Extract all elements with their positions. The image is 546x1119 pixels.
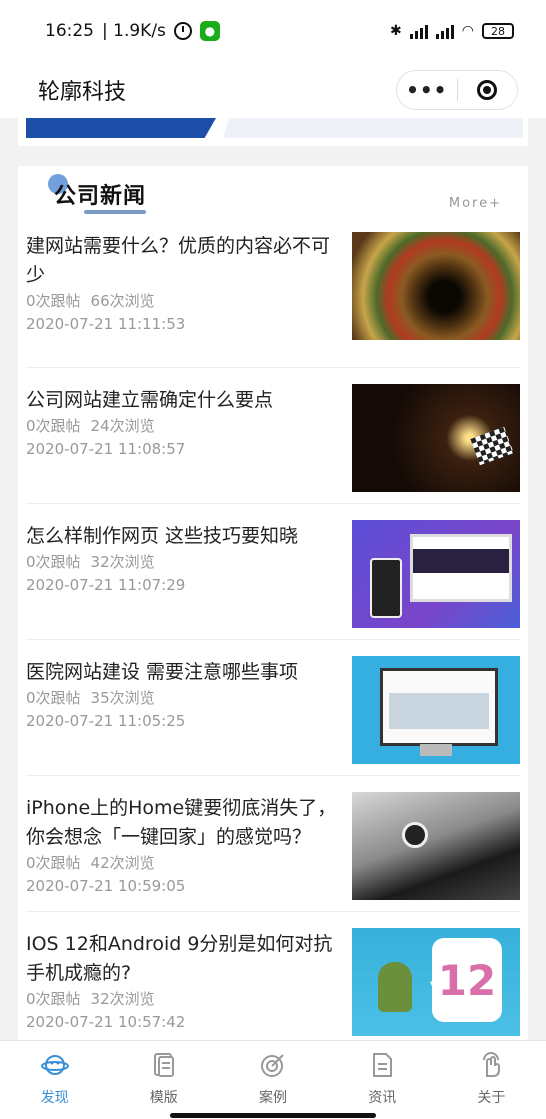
hand-icon	[477, 1051, 505, 1079]
tab-label: 发现	[40, 1090, 69, 1106]
news-date: 2020-07-21 11:05:25	[26, 712, 186, 730]
news-thumbnail[interactable]	[352, 792, 520, 900]
news-meta: 0次跟帖 35次浏览	[26, 687, 348, 710]
dart-flag	[470, 426, 514, 466]
news-item[interactable]: iPhone上的Home键要彻底消失了，你会想念「一键回家」的感觉吗？ 0次跟帖…	[26, 776, 520, 912]
news-title: 建网站需要什么？优质的内容必不可少	[26, 235, 331, 286]
tab-label: 案例	[259, 1090, 287, 1106]
wechat-icon: ●	[199, 21, 220, 41]
signal-2-icon	[435, 23, 454, 39]
follow-count: 0次跟帖	[26, 854, 81, 872]
close-target-icon	[477, 80, 498, 100]
view-count: 32次浏览	[90, 990, 155, 1008]
news-title: 医院网站建设 需要注意哪些事项	[26, 661, 299, 683]
news-date: 2020-07-21 10:59:05	[26, 877, 186, 895]
view-count: 42次浏览	[90, 854, 155, 872]
bluetooth-icon: ✱	[390, 23, 402, 39]
view-count: 66次浏览	[90, 292, 155, 310]
home-button-graphic	[402, 822, 428, 848]
tab-label: 模版	[149, 1090, 178, 1106]
monitor-graphic	[410, 534, 512, 602]
tab-cases[interactable]: 案例	[218, 1041, 327, 1119]
follow-count: 0次跟帖	[26, 417, 81, 435]
phone-graphic	[370, 558, 402, 618]
monitor-stand	[420, 744, 452, 756]
news-thumbnail[interactable]	[352, 520, 520, 628]
alarm-icon	[173, 22, 192, 40]
more-options-button[interactable]: •••	[397, 78, 457, 102]
status-time: 16:25	[45, 21, 94, 41]
news-item-text: 怎么样制作网页 这些技巧要知晓 0次跟帖 32次浏览 2020-07-21 11:…	[26, 522, 348, 597]
news-title: iPhone上的Home键要彻底消失了，你会想念「一键回家」的感觉吗？	[26, 797, 337, 848]
target-icon	[259, 1051, 287, 1079]
nav-bar: 轮廓科技 •••	[0, 62, 546, 118]
news-meta: 0次跟帖 42次浏览	[26, 852, 348, 875]
news-thumbnail[interactable]: vs 12	[352, 928, 520, 1036]
tab-news[interactable]: 资讯	[328, 1041, 437, 1119]
news-date: 2020-07-21 10:57:42	[26, 1013, 186, 1031]
news-item-text: 医院网站建设 需要注意哪些事项 0次跟帖 35次浏览 2020-07-21 11:…	[26, 658, 348, 733]
news-section: 公司新闻 More+ 建网站需要什么？优质的内容必不可少 0次跟帖 66次浏览 2…	[18, 166, 528, 1040]
news-title: IOS 12和Android 9分别是如何对抗手机成瘾的?	[26, 933, 333, 984]
follow-count: 0次跟帖	[26, 553, 81, 571]
view-count: 35次浏览	[90, 689, 155, 707]
page-title: 轮廓科技	[38, 80, 127, 105]
view-count: 24次浏览	[90, 417, 155, 435]
network-speed: | 1.9K/s	[102, 21, 166, 41]
news-meta: 0次跟帖 32次浏览	[26, 988, 348, 1011]
news-date: 2020-07-21 11:07:29	[26, 576, 186, 594]
news-item[interactable]: 建网站需要什么？优质的内容必不可少 0次跟帖 66次浏览 2020-07-21 1…	[26, 232, 520, 368]
news-meta: 0次跟帖 66次浏览	[26, 290, 348, 313]
view-count: 32次浏览	[90, 553, 155, 571]
news-list: 建网站需要什么？优质的内容必不可少 0次跟帖 66次浏览 2020-07-21 1…	[26, 232, 520, 1047]
signal-icon	[409, 23, 428, 39]
news-meta: 0次跟帖 24次浏览	[26, 415, 348, 438]
news-title: 公司网站建立需确定什么要点	[26, 389, 274, 411]
document-icon	[368, 1051, 396, 1079]
news-item[interactable]: 医院网站建设 需要注意哪些事项 0次跟帖 35次浏览 2020-07-21 11:…	[26, 640, 520, 776]
news-item-text: 建网站需要什么？优质的内容必不可少 0次跟帖 66次浏览 2020-07-21 1…	[26, 232, 348, 336]
news-meta: 0次跟帖 32次浏览	[26, 551, 348, 574]
section-underline	[84, 210, 146, 214]
home-indicator	[170, 1113, 376, 1118]
tab-bar: 发现 模版 案例 资讯 关于	[0, 1040, 546, 1119]
news-item[interactable]: 怎么样制作网页 这些技巧要知晓 0次跟帖 32次浏览 2020-07-21 11:…	[26, 504, 520, 640]
android-robot-graphic	[378, 962, 412, 1012]
tab-templates[interactable]: 模版	[109, 1041, 218, 1119]
news-item-text: iPhone上的Home键要彻底消失了，你会想念「一键回家」的感觉吗？ 0次跟帖…	[26, 794, 348, 898]
news-date: 2020-07-21 11:11:53	[26, 315, 186, 333]
news-title: 怎么样制作网页 这些技巧要知晓	[26, 525, 299, 547]
news-item[interactable]: 公司网站建立需确定什么要点 0次跟帖 24次浏览 2020-07-21 11:08…	[26, 368, 520, 504]
close-button[interactable]	[458, 80, 518, 100]
follow-count: 0次跟帖	[26, 990, 81, 1008]
more-link[interactable]: More+	[449, 196, 502, 211]
banner-stripe-light	[223, 118, 523, 138]
news-item[interactable]: IOS 12和Android 9分别是如何对抗手机成瘾的? 0次跟帖 32次浏览 …	[26, 912, 520, 1047]
planet-icon	[40, 1051, 69, 1079]
status-bar: 16:25 | 1.9K/s ● ✱ ◠ 28	[0, 0, 546, 62]
template-icon	[150, 1051, 178, 1079]
monitor-graphic	[380, 668, 498, 746]
tab-about[interactable]: 关于	[437, 1041, 546, 1119]
news-date: 2020-07-21 11:08:57	[26, 440, 186, 458]
section-header: 公司新闻 More+	[18, 166, 528, 230]
tab-label: 资讯	[368, 1090, 397, 1106]
news-thumbnail[interactable]	[352, 232, 520, 340]
battery-icon: 28	[482, 23, 514, 39]
banner-stripe	[26, 118, 216, 138]
section-title: 公司新闻	[54, 184, 147, 209]
tab-discover[interactable]: 发现	[0, 1041, 109, 1119]
miniprogram-capsule: •••	[396, 70, 518, 110]
follow-count: 0次跟帖	[26, 689, 81, 707]
ios-12-graphic: 12	[432, 938, 502, 1022]
tab-label: 关于	[477, 1090, 506, 1106]
news-item-text: 公司网站建立需确定什么要点 0次跟帖 24次浏览 2020-07-21 11:08…	[26, 386, 348, 461]
news-item-text: IOS 12和Android 9分别是如何对抗手机成瘾的? 0次跟帖 32次浏览 …	[26, 930, 348, 1034]
news-thumbnail[interactable]	[352, 656, 520, 764]
news-thumbnail[interactable]	[352, 384, 520, 492]
banner[interactable]	[18, 118, 528, 146]
wifi-icon: ◠	[461, 23, 474, 39]
follow-count: 0次跟帖	[26, 292, 81, 310]
